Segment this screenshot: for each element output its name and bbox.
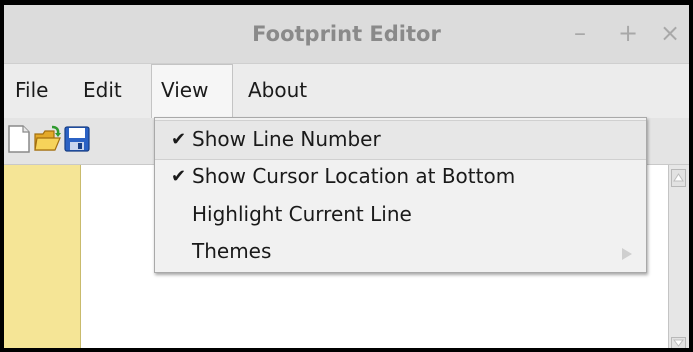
title-bar[interactable]: Footprint Editor – + ×	[4, 5, 689, 64]
maximize-button[interactable]: +	[618, 19, 638, 47]
submenu-arrow-icon	[622, 248, 632, 260]
line-number-gutter	[4, 165, 81, 348]
check-icon: ✔	[171, 166, 187, 187]
menu-item-show-line-number[interactable]: ✔ Show Line Number	[155, 120, 646, 160]
new-file-icon[interactable]	[6, 125, 32, 153]
menu-item-label: Highlight Current Line	[192, 202, 412, 226]
menu-item-highlight-current-line[interactable]: Highlight Current Line	[155, 196, 646, 234]
app-window: Footprint Editor – + × File Edit View Ab…	[0, 0, 693, 352]
menu-item-label: Show Line Number	[192, 127, 381, 151]
check-icon: ✔	[171, 129, 187, 150]
menu-item-label: Show Cursor Location at Bottom	[192, 164, 516, 188]
menu-edit[interactable]: Edit	[74, 64, 131, 116]
menu-bar: File Edit View About	[4, 64, 689, 119]
menu-about[interactable]: About	[239, 64, 316, 116]
view-menu-dropdown: ✔ Show Line Number ✔ Show Cursor Locatio…	[154, 117, 647, 273]
close-button[interactable]: ×	[660, 19, 680, 47]
menu-item-label: Themes	[192, 239, 272, 263]
window-title: Footprint Editor	[252, 22, 441, 46]
minimize-button[interactable]: –	[574, 19, 586, 47]
open-folder-icon[interactable]	[34, 125, 61, 153]
save-icon[interactable]	[64, 125, 90, 153]
menu-item-themes[interactable]: Themes	[155, 233, 646, 271]
scroll-up-arrow-icon[interactable]	[671, 169, 686, 187]
menu-item-show-cursor-location[interactable]: ✔ Show Cursor Location at Bottom	[155, 158, 646, 196]
scroll-down-arrow-icon[interactable]	[671, 334, 686, 348]
vertical-scrollbar[interactable]	[668, 165, 689, 348]
menu-file[interactable]: File	[6, 64, 57, 116]
menu-view[interactable]: View	[151, 64, 233, 119]
